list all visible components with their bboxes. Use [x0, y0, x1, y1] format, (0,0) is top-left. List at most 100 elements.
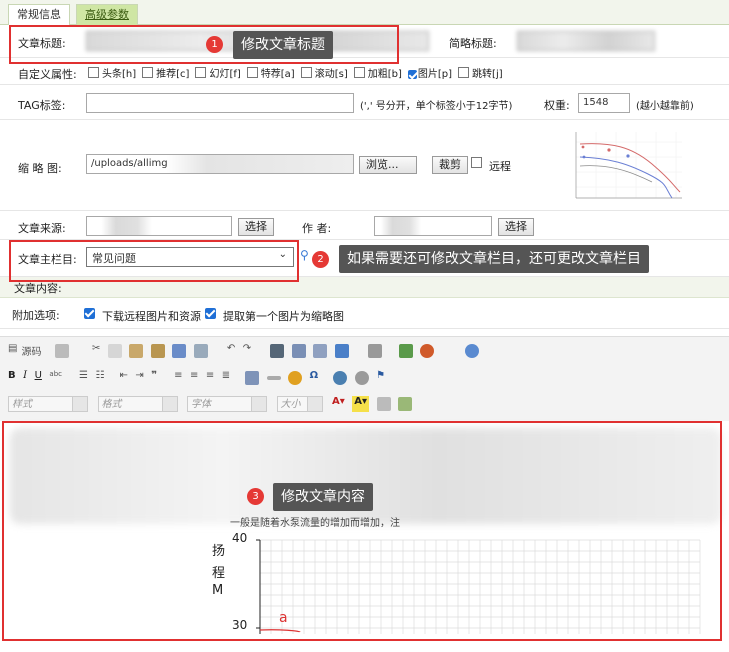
print-icon[interactable]	[193, 344, 208, 358]
blockquote-icon[interactable]: ❞	[151, 370, 157, 386]
image-icon[interactable]	[398, 344, 413, 358]
chevron-down-icon	[251, 397, 266, 411]
attr-flag-5[interactable]: 加粗[b]	[353, 67, 405, 80]
annotation-tip-1: 修改文章标题	[233, 31, 333, 59]
align-right-icon[interactable]: ≡	[206, 370, 214, 386]
document-icon[interactable]	[54, 344, 69, 358]
strikethrough-icon[interactable]: abc	[49, 370, 62, 386]
special-char-icon[interactable]: Ω	[310, 370, 319, 386]
source-icon[interactable]: ▤	[8, 343, 17, 359]
tab-advanced[interactable]: 高级参数	[76, 4, 138, 25]
checkbox[interactable]	[353, 67, 365, 78]
attr-flag-7[interactable]: 跳转[j]	[458, 67, 506, 80]
align-left-icon[interactable]: ≡	[174, 370, 182, 386]
annotation-badge-2: 2	[312, 251, 329, 268]
checkbox[interactable]	[246, 67, 258, 78]
thumb-input[interactable]: /uploads/allimg	[86, 154, 354, 174]
flash-icon[interactable]	[420, 344, 435, 358]
attr-flag-label: 头条[h]	[102, 69, 137, 80]
redo-icon[interactable]: ↷	[243, 343, 251, 359]
size-dropdown-label: 大小	[280, 399, 301, 410]
smiley-icon[interactable]	[288, 371, 303, 385]
checkbox[interactable]	[458, 67, 470, 78]
page-break-icon[interactable]	[376, 397, 391, 411]
indent-icon[interactable]: ⇥	[135, 370, 143, 386]
download-remote-checkbox[interactable]	[84, 307, 95, 320]
toolbar-row-3: 样式 格式 字体 大小 A▾ A▾	[8, 396, 416, 418]
unlink-icon[interactable]	[354, 371, 369, 385]
tab-general[interactable]: 常规信息	[8, 4, 70, 25]
font-dropdown[interactable]: 字体	[187, 396, 267, 412]
attr-flag-6[interactable]: 图片[p]	[407, 69, 455, 80]
underline-icon[interactable]: U	[35, 370, 42, 386]
remote-checkbox[interactable]	[471, 157, 483, 170]
source-input[interactable]	[86, 216, 232, 236]
outdent-icon[interactable]: ⇤	[119, 370, 127, 386]
align-center-icon[interactable]: ≡	[190, 370, 198, 386]
template-icon[interactable]	[398, 397, 413, 411]
source-label: 文章来源:	[18, 222, 66, 235]
table-icon[interactable]	[245, 371, 260, 385]
source-select-button[interactable]: 选择	[238, 218, 274, 236]
extra-label: 附加选项:	[12, 309, 60, 322]
anchor-flag-icon[interactable]: ⚑	[376, 370, 385, 386]
numbered-list-icon[interactable]: ☰	[79, 370, 88, 386]
source-label[interactable]: 源码	[21, 343, 41, 359]
horizontal-rule-icon[interactable]	[266, 376, 281, 380]
text-color-icon[interactable]: A▾	[332, 396, 345, 412]
checkbox[interactable]	[142, 67, 154, 78]
author-label: 作 者:	[302, 222, 332, 235]
copy-icon[interactable]	[107, 344, 122, 358]
bullet-list-icon[interactable]: ☷	[95, 370, 104, 386]
link-icon[interactable]	[333, 371, 348, 385]
undo-icon[interactable]: ↶	[227, 343, 235, 359]
globe-icon[interactable]	[465, 344, 480, 358]
weight-input[interactable]: 1548	[578, 93, 630, 113]
checkbox[interactable]	[88, 67, 99, 78]
preview-icon[interactable]	[367, 344, 382, 358]
attr-flag-3[interactable]: 特荐[a]	[246, 67, 298, 80]
checkbox-checked[interactable]	[407, 70, 417, 79]
attr-flag-1[interactable]: 推荐[c]	[142, 67, 192, 80]
attr-flag-4[interactable]: 滚动[s]	[300, 67, 351, 80]
annotation-tip-3: 修改文章内容	[273, 483, 373, 511]
short-title-input[interactable]	[517, 31, 655, 51]
checkbox[interactable]	[300, 67, 312, 78]
find-icon[interactable]	[270, 344, 285, 358]
select-all-icon[interactable]	[313, 344, 328, 358]
paste-word-icon[interactable]	[172, 344, 187, 358]
tag-hint: (',' 号分开，单个标签小于12字节)	[360, 101, 513, 112]
bg-color-icon[interactable]: A▾	[352, 396, 370, 412]
browse-button[interactable]: 浏览...	[359, 156, 417, 174]
justify-icon[interactable]: ≣	[222, 370, 230, 386]
tag-label: TAG标签:	[18, 99, 66, 112]
styles-dropdown[interactable]: 样式	[8, 396, 88, 412]
bold-icon[interactable]: B	[8, 370, 16, 386]
author-input[interactable]	[374, 216, 492, 236]
toolbar-row-1: ▤ 源码 ✂ ↶ ↷	[8, 343, 483, 365]
italic-icon[interactable]: I	[23, 370, 27, 386]
format-dropdown-label: 格式	[101, 399, 122, 410]
checkbox[interactable]	[195, 67, 207, 78]
first-image-thumb-checkbox[interactable]	[205, 307, 216, 320]
size-dropdown[interactable]: 大小	[276, 396, 323, 412]
annotation-tip-2: 如果需要还可修改文章栏目，还可更改文章栏目	[339, 245, 649, 273]
annotation-box-1	[9, 25, 399, 64]
attr-flag-2[interactable]: 幻灯[f]	[195, 67, 243, 80]
first-image-thumb-label: 提取第一个图片为缩略图	[223, 310, 344, 323]
weight-label: 权重:	[544, 99, 570, 112]
cut-icon[interactable]: ✂	[92, 343, 100, 359]
remove-format-icon[interactable]	[334, 344, 349, 358]
attr-flag-0[interactable]: 头条[h]	[88, 67, 139, 80]
paste-text-icon[interactable]	[150, 344, 165, 358]
author-select-button[interactable]: 选择	[498, 218, 534, 236]
remote-label: 远程	[489, 160, 511, 173]
search-icon[interactable]: ⚲	[300, 248, 309, 262]
replace-icon[interactable]	[291, 344, 306, 358]
font-dropdown-label: 字体	[191, 399, 211, 410]
format-dropdown[interactable]: 格式	[97, 396, 178, 412]
paste-icon[interactable]	[129, 344, 144, 358]
tag-input[interactable]	[86, 93, 354, 113]
attr-flag-label: 特荐[a]	[260, 69, 295, 80]
crop-button[interactable]: 裁剪	[432, 156, 468, 174]
